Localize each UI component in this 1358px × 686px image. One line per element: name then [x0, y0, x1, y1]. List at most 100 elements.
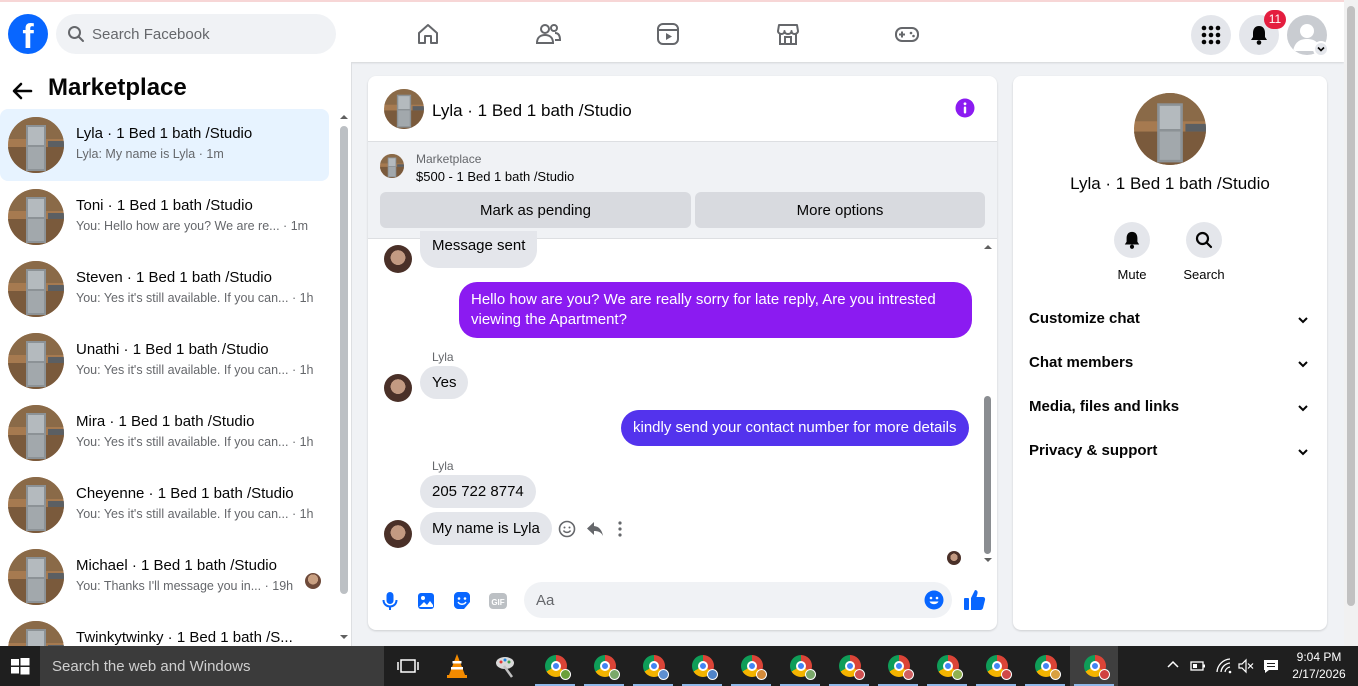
paint-icon [496, 657, 514, 678]
more-options-button[interactable]: More options [695, 192, 985, 228]
conversation-item[interactable]: Lyla · 1 Bed 1 bath /Studio Lyla: My nam… [0, 109, 329, 181]
sidebar-scrollbar[interactable] [337, 110, 351, 646]
conversation-name: Mira · 1 Bed 1 bath /Studio [76, 413, 255, 430]
page-scrollbar[interactable] [1344, 0, 1358, 646]
chrome-app[interactable] [825, 646, 873, 686]
chrome-app[interactable] [629, 646, 677, 686]
chrome-icon [1084, 655, 1110, 680]
account-chevron-icon[interactable] [1313, 41, 1329, 57]
conversation-item[interactable]: Steven · 1 Bed 1 bath /Studio You: Yes i… [0, 253, 329, 325]
conversation-preview: Lyla: My name is Lyla · 1m [76, 147, 224, 161]
incoming-message[interactable]: 205 722 8774 [420, 475, 536, 508]
home-icon[interactable] [415, 21, 441, 47]
photo-icon[interactable] [417, 591, 435, 616]
friends-icon[interactable] [535, 21, 562, 47]
info-icon[interactable] [955, 98, 975, 123]
notification-count-badge: 11 [1264, 10, 1286, 29]
sticker-icon[interactable] [453, 591, 471, 616]
listing-thumbnail [8, 117, 64, 173]
reply-icon[interactable] [586, 520, 604, 543]
conversation-item[interactable]: Cheyenne · 1 Bed 1 bath /Studio You: Yes… [0, 469, 329, 541]
media-files-links-section[interactable]: Media, files and links [1029, 389, 1313, 425]
taskbar-search-box[interactable] [40, 646, 384, 686]
chrome-app[interactable] [727, 646, 775, 686]
message-input[interactable] [536, 582, 916, 618]
marketplace-icon[interactable] [775, 21, 801, 47]
chrome-app[interactable] [972, 646, 1020, 686]
chrome-app[interactable] [580, 646, 628, 686]
listing-thumbnail[interactable] [1134, 93, 1206, 165]
battery-icon[interactable] [1190, 658, 1206, 679]
more-vertical-icon[interactable] [616, 520, 624, 543]
start-button[interactable] [0, 646, 40, 686]
chrome-icon [594, 655, 620, 680]
taskbar-search-input[interactable] [52, 646, 372, 686]
chrome-icon [741, 655, 767, 680]
chrome-icon [545, 655, 571, 680]
conversation-item[interactable]: Toni · 1 Bed 1 bath /Studio You: Hello h… [0, 181, 329, 253]
action-center-icon[interactable] [1263, 658, 1279, 679]
incoming-message[interactable]: Message sent [420, 231, 538, 268]
chrome-app-active[interactable] [1070, 646, 1118, 686]
listing-price[interactable]: $500 - 1 Bed 1 bath /Studio [416, 169, 574, 184]
speaker-muted-icon[interactable] [1238, 658, 1254, 679]
paint-app[interactable] [482, 646, 530, 686]
listing-thumbnail [8, 405, 64, 461]
chevron-down-icon [1297, 401, 1309, 419]
facebook-logo[interactable]: f [8, 14, 48, 54]
conversation-item[interactable]: Mira · 1 Bed 1 bath /Studio You: Yes it'… [0, 397, 329, 469]
chrome-app[interactable] [874, 646, 922, 686]
chevron-down-icon [1297, 313, 1309, 331]
outgoing-message[interactable]: Hello how are you? We are really sorry f… [459, 282, 972, 338]
conversation-preview: You: Yes it's still available. If you ca… [76, 435, 314, 449]
conversation-name: Unathi · 1 Bed 1 bath /Studio [76, 341, 269, 358]
chrome-icon [888, 655, 914, 680]
listing-thumbnail[interactable] [384, 89, 424, 129]
chrome-app[interactable] [678, 646, 726, 686]
listing-thumbnail [8, 261, 64, 317]
search-facebook-box[interactable] [56, 14, 336, 54]
message-composer[interactable] [524, 582, 952, 618]
outgoing-message[interactable]: kindly send your contact number for more… [621, 410, 969, 446]
vlc-app[interactable] [433, 646, 481, 686]
chat-title[interactable]: Lyla · 1 Bed 1 bath /Studio [432, 101, 632, 121]
chevron-down-icon [1297, 357, 1309, 375]
task-view-button[interactable] [384, 646, 432, 686]
menu-grid-button[interactable] [1191, 15, 1231, 55]
emoji-icon[interactable] [924, 590, 944, 615]
incoming-message[interactable]: My name is Lyla [420, 512, 552, 545]
conversation-item[interactable]: Michael · 1 Bed 1 bath /Studio You: Than… [0, 541, 329, 613]
gaming-icon[interactable] [894, 21, 920, 47]
customize-chat-section[interactable]: Customize chat [1029, 301, 1313, 337]
privacy-support-section[interactable]: Privacy & support [1029, 433, 1313, 469]
sender-name: Lyla [432, 350, 454, 364]
search-facebook-input[interactable] [92, 14, 322, 54]
mute-action[interactable]: Mute [1102, 222, 1162, 282]
details-title[interactable]: Lyla · 1 Bed 1 bath /Studio [1013, 174, 1327, 194]
chrome-icon [1035, 655, 1061, 680]
chrome-app[interactable] [923, 646, 971, 686]
conversation-item[interactable]: Unathi · 1 Bed 1 bath /Studio You: Yes i… [0, 325, 329, 397]
incoming-message[interactable]: Yes [420, 366, 469, 399]
chrome-app[interactable] [1021, 646, 1069, 686]
taskbar-clock[interactable]: 9:04 PM 2/17/2026 [1284, 649, 1354, 683]
search-action[interactable]: Search [1174, 222, 1234, 282]
microphone-icon[interactable] [381, 591, 399, 616]
gif-icon[interactable]: GIF [488, 591, 508, 616]
back-arrow-icon[interactable] [10, 78, 36, 109]
chrome-icon [643, 655, 669, 680]
react-emoji-icon[interactable] [558, 520, 576, 543]
chevron-up-icon[interactable] [1166, 658, 1180, 677]
video-icon[interactable] [655, 21, 681, 47]
mark-as-pending-button[interactable]: Mark as pending [380, 192, 691, 228]
chrome-app[interactable] [776, 646, 824, 686]
wifi-icon[interactable] [1216, 658, 1232, 679]
chrome-app[interactable] [531, 646, 579, 686]
chat-header: Lyla · 1 Bed 1 bath /Studio [368, 76, 997, 142]
chat-scrollbar[interactable] [981, 241, 995, 569]
thumbs-up-icon[interactable] [963, 588, 987, 617]
chat-members-section[interactable]: Chat members [1029, 345, 1313, 381]
conversation-item[interactable]: Twinkytwinky · 1 Bed 1 bath /S... [0, 613, 329, 646]
section-label: Customize chat [1029, 310, 1140, 327]
chrome-icon [692, 655, 718, 680]
